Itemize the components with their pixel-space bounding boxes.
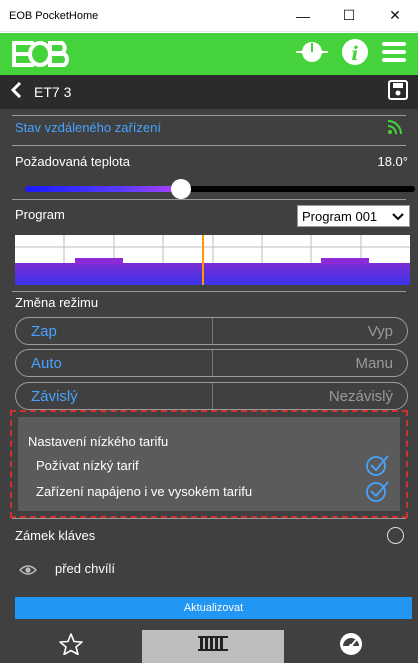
program-label: Program [15, 207, 65, 222]
maximize-button[interactable]: ☐ [326, 0, 372, 32]
minimize-button[interactable]: — [280, 0, 326, 32]
key-lock-toggle[interactable] [387, 527, 404, 544]
mode-option-zavisly[interactable]: Závislý [16, 383, 213, 409]
app-content: i ET7 3 Stav vzdáleného zařízení Požadov… [0, 33, 418, 663]
remote-status-link[interactable]: Stav vzdáleného zařízení [15, 120, 161, 135]
mode-option-zap[interactable]: Zap [16, 318, 213, 344]
mode-toggle-dependency[interactable]: Závislý Nezávislý [15, 382, 408, 410]
temperature-label: Požadovaná teplota [15, 154, 130, 169]
tariff-use-low-label: Požívat nízký tarif [36, 458, 139, 473]
mode-toggle-auto[interactable]: Auto Manu [15, 349, 408, 377]
chevron-down-icon [392, 209, 404, 226]
device-title: ET7 3 [34, 84, 72, 100]
program-select[interactable]: Program 001 [297, 205, 410, 227]
temperature-slider-thumb[interactable] [171, 179, 191, 199]
tariff-powered-high-label: Zařízení napájeno i ve vysokém tarifu [36, 484, 253, 499]
star-icon [59, 633, 83, 660]
program-schedule-graph [15, 235, 410, 285]
back-icon[interactable] [10, 81, 22, 103]
close-button[interactable]: ✕ [372, 0, 418, 32]
divider [12, 518, 406, 519]
program-select-value: Program 001 [302, 208, 378, 224]
menu-icon[interactable] [382, 41, 406, 68]
update-button[interactable]: Aktualizovat [15, 597, 412, 619]
temperature-slider[interactable] [25, 186, 415, 192]
tariff-highlight: Nastavení nízkého tarifu Požívat nízký t… [10, 410, 408, 518]
check-icon[interactable] [366, 454, 390, 481]
nav-devices[interactable] [142, 630, 284, 663]
window-titlebar: EOB PocketHome — ☐ ✕ [0, 0, 418, 32]
divider [12, 145, 406, 146]
device-header: ET7 3 [0, 75, 418, 109]
mode-label: Změna režimu [15, 295, 99, 310]
nav-favorites[interactable] [0, 630, 142, 663]
mode-option-vyp[interactable]: Vyp [213, 318, 408, 344]
svg-text:i: i [351, 43, 358, 65]
tariff-panel: Nastavení nízkého tarifu Požívat nízký t… [18, 417, 400, 511]
bottom-nav [0, 630, 418, 663]
divider [12, 115, 406, 116]
brand-bar: i [0, 33, 418, 75]
mode-option-manu[interactable]: Manu [213, 350, 408, 376]
divider [12, 199, 406, 200]
last-update-text: před chvílí [55, 561, 115, 576]
eye-icon [18, 563, 38, 581]
info-icon[interactable]: i [342, 38, 368, 70]
divider [12, 291, 406, 292]
gauge-icon [339, 632, 363, 661]
save-icon[interactable] [388, 79, 408, 105]
mode-option-nezavisly[interactable]: Nezávislý [213, 383, 408, 409]
mode-toggle-power[interactable]: Zap Vyp [15, 317, 408, 345]
tariff-title: Nastavení nízkého tarifu [28, 434, 169, 449]
radiator-icon [198, 635, 228, 658]
signal-icon [387, 120, 402, 139]
mode-option-auto[interactable]: Auto [16, 350, 213, 376]
temperature-value: 18.0° [377, 154, 408, 169]
window-title: EOB PocketHome [9, 9, 99, 22]
thermostat-icon[interactable] [296, 39, 328, 70]
logo-icon [12, 33, 74, 75]
key-lock-label: Zámek kláves [15, 528, 96, 543]
check-icon[interactable] [366, 480, 390, 507]
nav-dashboard[interactable] [284, 630, 418, 663]
